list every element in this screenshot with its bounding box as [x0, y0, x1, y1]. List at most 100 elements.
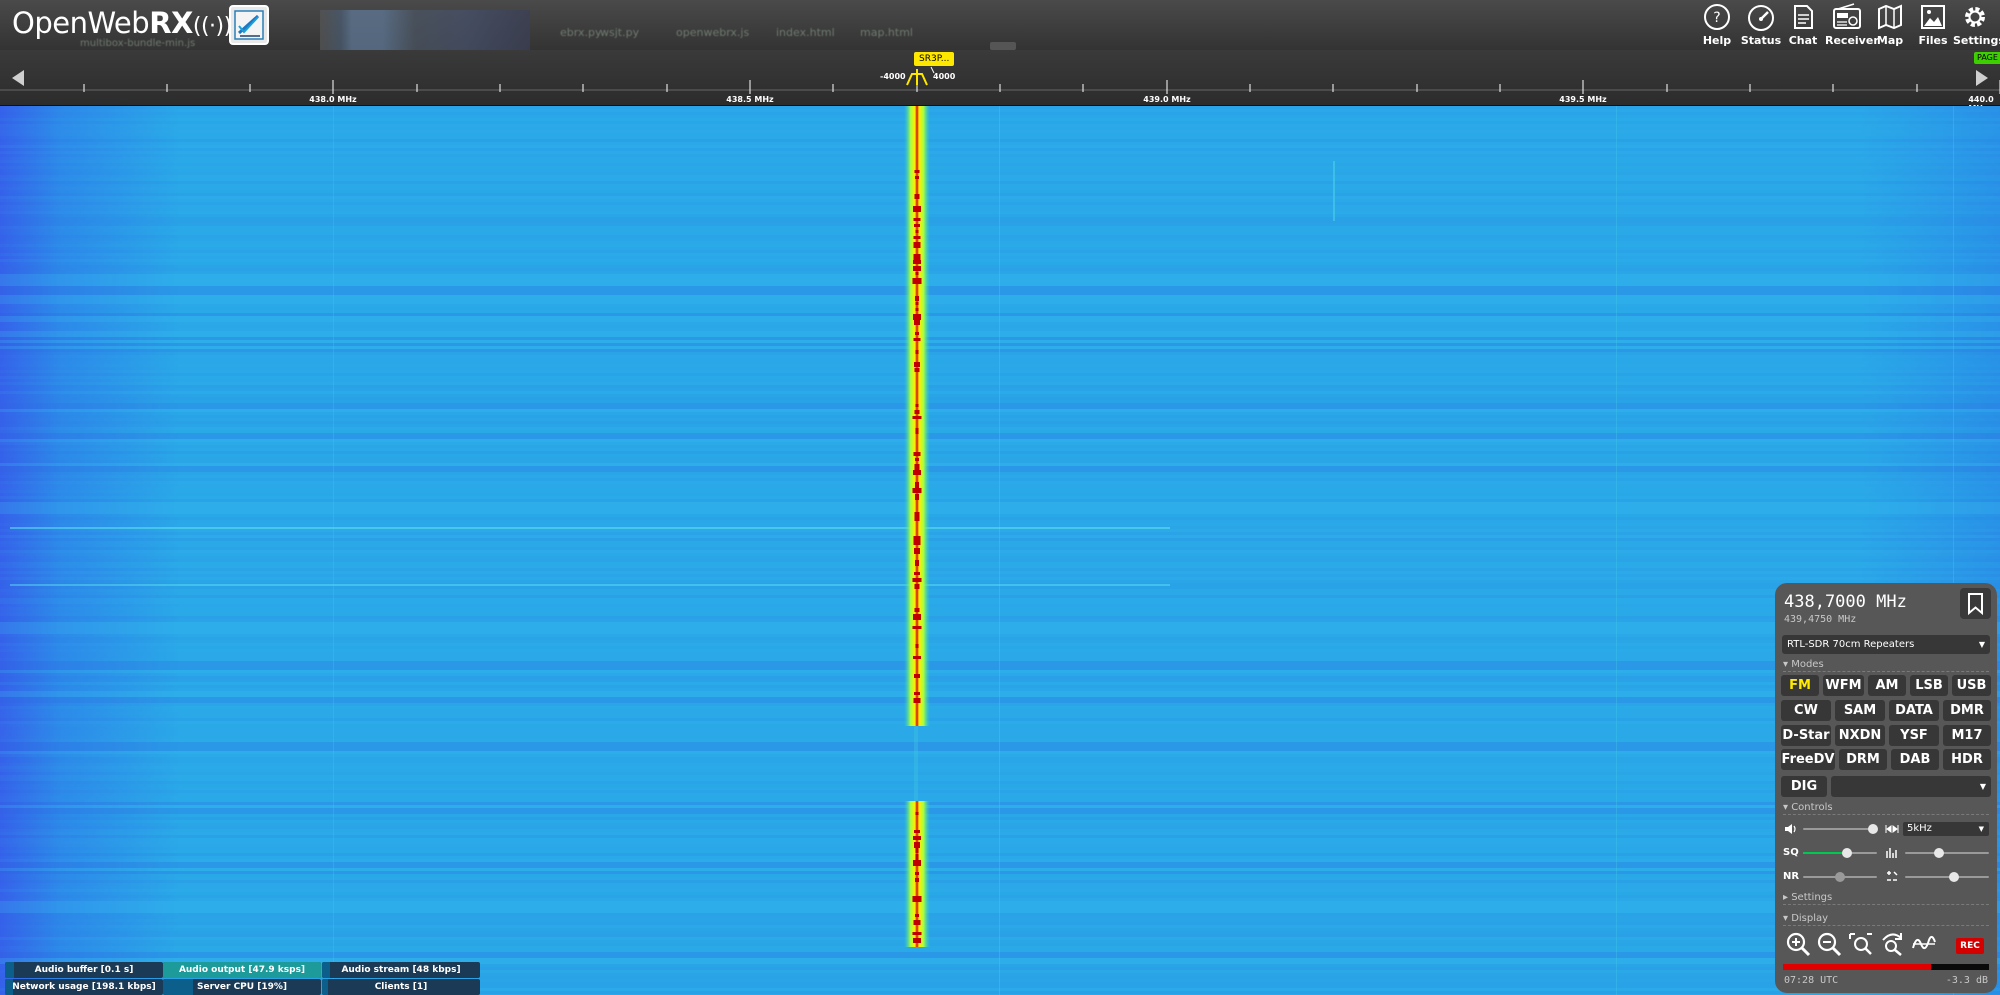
map-button[interactable]: Map — [1868, 3, 1912, 47]
signal-peak — [915, 428, 919, 434]
signal-peak — [913, 218, 921, 221]
volume-slider[interactable] — [1803, 822, 1879, 836]
mode-sam-button[interactable]: SAM — [1835, 700, 1885, 721]
waveform-icon — [1912, 936, 1936, 950]
mode-drm-button[interactable]: DRM — [1839, 749, 1887, 770]
bookmark-label[interactable]: SR3P... — [914, 52, 955, 66]
mode-dig-button[interactable]: DIG — [1781, 776, 1827, 797]
help-label: Help — [1702, 34, 1732, 47]
zoom-out-icon — [1817, 932, 1842, 957]
chevron-down-icon: ▾ — [1783, 802, 1792, 813]
auto-adjust-waterfall-button[interactable] — [1910, 930, 1938, 958]
profile-select[interactable]: RTL-SDR 70cm Repeaters ▼ — [1782, 635, 1990, 654]
zoom-out-button[interactable] — [1815, 930, 1843, 958]
noise-reduction-slider[interactable] — [1803, 870, 1877, 884]
radio-icon — [1833, 3, 1861, 29]
display-section-header[interactable]: ▾ Display — [1783, 913, 1989, 926]
tuning-step-slider[interactable] — [1905, 846, 1989, 860]
scale-label: 439.5 MHz — [1559, 95, 1607, 104]
mode-freedv-button[interactable]: FreeDV — [1781, 749, 1835, 770]
mode-am-button[interactable]: AM — [1868, 675, 1906, 696]
signal-peak — [915, 296, 919, 301]
signal-peak — [913, 452, 921, 456]
bookmark-icon — [1968, 593, 1983, 616]
modes-section-header[interactable]: ▾ Modes — [1783, 659, 1989, 672]
signal-peak — [915, 482, 919, 488]
signal-peak — [913, 260, 921, 264]
scale-collapse-handle[interactable] — [990, 42, 1016, 50]
controls-section-header[interactable]: ▾ Controls — [1783, 802, 1989, 815]
audio-output-progress[interactable]: Audio output [47.9 ksps] — [163, 962, 321, 978]
status-label: Status — [1740, 34, 1782, 47]
signal-peak — [914, 830, 920, 833]
settings-section-header[interactable]: ▸ Settings — [1783, 892, 1989, 905]
page-tag[interactable]: PAGE — [1974, 52, 2000, 64]
mode-dstar-button[interactable]: D-Star — [1781, 725, 1831, 746]
openwebrx-logo[interactable]: OpenWebRX((·)) — [12, 6, 232, 40]
audio-stream-progress[interactable]: Audio stream [48 kbps] — [322, 962, 480, 978]
mode-ysf-button[interactable]: YSF — [1889, 725, 1939, 746]
chat-button[interactable]: Chat — [1781, 3, 1825, 47]
scale-label: 438.5 MHz — [726, 95, 774, 104]
zoom-fit-button[interactable] — [1847, 930, 1875, 958]
signal-peak — [912, 896, 922, 902]
signal-peak — [913, 338, 921, 341]
signal-peak — [915, 332, 919, 335]
zoom-in-button[interactable] — [1784, 930, 1812, 958]
add-bookmark-button[interactable] — [1960, 588, 1991, 619]
frequency-display[interactable]: 438,7000 MHz — [1784, 592, 1907, 612]
signal-peak — [913, 938, 921, 943]
volume-icon[interactable] — [1783, 822, 1797, 836]
mode-cw-button[interactable]: CW — [1781, 700, 1831, 721]
map-label: Map — [1876, 34, 1904, 47]
zoom-center-button[interactable] — [1878, 930, 1906, 958]
signal-peak — [914, 362, 920, 367]
squelch-slider[interactable] — [1803, 846, 1877, 860]
receiver-avatar[interactable] — [229, 5, 269, 45]
help-button[interactable]: ? Help — [1695, 3, 1739, 47]
files-button[interactable]: Files — [1911, 3, 1955, 47]
signal-peak — [915, 644, 919, 648]
agc-slider[interactable] — [1905, 870, 1989, 884]
signal-peak — [915, 848, 919, 853]
mode-wfm-button[interactable]: WFM — [1823, 675, 1864, 696]
sub-frequency-display: 439,4750 MHz — [1784, 614, 1857, 625]
waterfall-display[interactable] — [0, 106, 2000, 995]
signal-peak — [914, 170, 920, 173]
signal-peak — [915, 302, 919, 305]
signal-peak — [914, 572, 920, 575]
signal-peak — [912, 578, 922, 582]
signal-peak — [915, 350, 919, 354]
settings-button[interactable]: Settings — [1953, 3, 2000, 47]
frequency-scale[interactable]: 438.0 MHz 438.5 MHz 439.0 MHz 439.5 MHz … — [0, 50, 2000, 113]
record-button[interactable]: REC — [1956, 938, 1984, 954]
mode-dab-button[interactable]: DAB — [1891, 749, 1939, 770]
passband-low-label: -4000 — [880, 72, 906, 81]
mode-dmr-button[interactable]: DMR — [1943, 700, 1991, 721]
chevron-down-icon: ▼ — [1978, 640, 1985, 649]
clients-progress[interactable]: Clients [1] — [322, 979, 480, 995]
signal-peak — [915, 272, 919, 275]
scroll-right-icon — [1976, 70, 1988, 86]
mode-m17-button[interactable]: M17 — [1943, 725, 1991, 746]
blur-tab: map.html — [860, 26, 913, 39]
network-usage-progress[interactable]: Network usage [198.1 kbps] — [5, 979, 163, 995]
mode-nxdn-button[interactable]: NXDN — [1835, 725, 1885, 746]
mode-data-button[interactable]: DATA — [1889, 700, 1939, 721]
mode-usb-button[interactable]: USB — [1952, 675, 1991, 696]
audio-buffer-progress[interactable]: Audio buffer [0.1 s] — [5, 962, 163, 978]
receiver-button[interactable]: Receiver — [1825, 3, 1879, 47]
signal-peak — [915, 854, 919, 860]
chevron-down-icon: ▼ — [1978, 825, 1984, 833]
passband-high-label: 4000 — [933, 72, 956, 81]
bandwidth-select[interactable]: 5kHz ▼ — [1903, 822, 1989, 836]
mode-lsb-button[interactable]: LSB — [1910, 675, 1948, 696]
mode-hdr-button[interactable]: HDR — [1943, 749, 1991, 770]
digital-mode-select[interactable]: ▼ — [1831, 776, 1991, 797]
signal-peak — [914, 674, 920, 678]
mode-fm-button[interactable]: FM — [1781, 675, 1819, 696]
status-button[interactable]: Status — [1739, 3, 1783, 47]
server-cpu-progress[interactable]: Server CPU [19%] — [163, 979, 321, 995]
bandwidth-icon — [1885, 822, 1899, 836]
blur-tab: index.html — [776, 26, 835, 39]
